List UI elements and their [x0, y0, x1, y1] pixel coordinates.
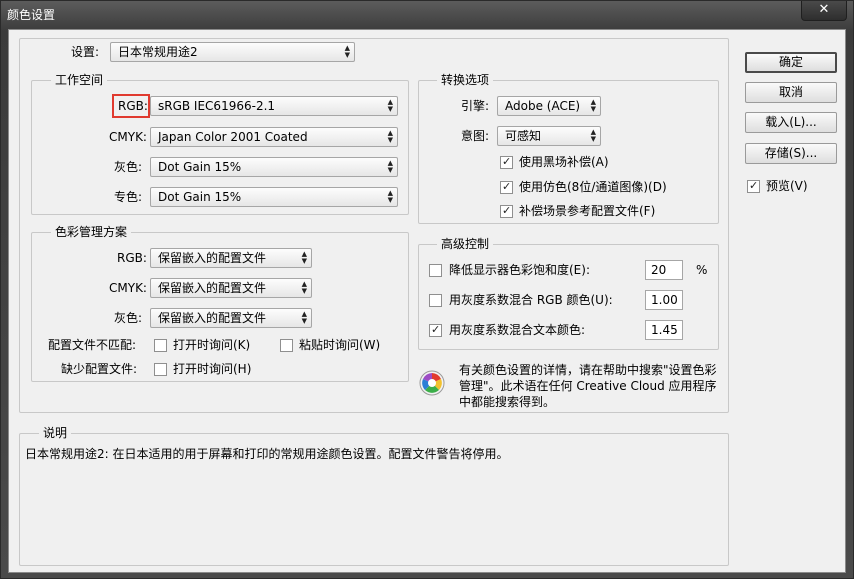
engine-label: 引擎: [461, 99, 490, 113]
mismatch-label: 配置文件不匹配: [48, 338, 137, 352]
policies-rgb-label: RGB: [117, 251, 147, 265]
spinner-arrows-icon: ▲ ▼ [387, 189, 393, 204]
workspace-rgb-select[interactable]: sRGB IEC61966-2.1 ▲ ▼ [150, 96, 398, 116]
blend-text-input[interactable]: 1.45 [645, 320, 683, 340]
policies-rgb-value: 保留嵌入的配置文件 [158, 251, 267, 265]
desaturate-input[interactable]: 20 [645, 260, 683, 280]
dither-checkbox[interactable]: ✓ [500, 180, 513, 194]
policies-gray-select[interactable]: 保留嵌入的配置文件 ▲ ▼ [150, 308, 312, 328]
save-label: 存储(S)... [764, 146, 818, 160]
cancel-button[interactable]: 取消 [745, 82, 837, 103]
blend-rgb-checkbox[interactable] [429, 294, 442, 307]
checkmark-icon: ✓ [502, 204, 512, 217]
ok-button[interactable]: 确定 [745, 52, 837, 73]
workspace-spot-label: 专色: [114, 190, 143, 204]
spinner-arrows-icon: ▲ ▼ [301, 280, 307, 295]
black-point-checkbox[interactable]: ✓ [500, 155, 513, 169]
checkmark-icon: ✓ [431, 323, 441, 336]
compensate-label: 补偿场景参考配置文件(F) [519, 204, 656, 218]
preview-label: 预览(V) [766, 179, 808, 193]
save-button[interactable]: 存储(S)... [745, 143, 837, 164]
checkmark-icon: ✓ [502, 155, 512, 168]
workspace-gray-select[interactable]: Dot Gain 15% ▲ ▼ [150, 157, 398, 177]
policies-rgb-select[interactable]: 保留嵌入的配置文件 ▲ ▼ [150, 248, 312, 268]
intent-label: 意图: [461, 129, 490, 143]
advanced-title: 高级控制 [437, 237, 494, 251]
spinner-arrows-icon: ▲ ▼ [387, 129, 393, 144]
workspace-cmyk-value: Japan Color 2001 Coated [158, 130, 308, 144]
mismatch-paste-checkbox[interactable] [280, 339, 293, 352]
mismatch-open-label: 打开时询问(K) [173, 338, 251, 352]
mismatch-paste-label: 粘贴时询问(W) [299, 338, 381, 352]
close-icon: ✕ [818, 2, 830, 17]
workspace-gray-label: 灰色: [114, 160, 143, 174]
workspace-rgb-value: sRGB IEC61966-2.1 [158, 99, 276, 113]
checkmark-icon: ✓ [749, 179, 759, 192]
spinner-arrows-icon: ▲ ▼ [301, 310, 307, 325]
intent-value: 可感知 [505, 129, 542, 143]
blend-text-value: 1.45 [651, 323, 678, 337]
workspace-cmyk-label: CMYK: [109, 130, 147, 144]
preview-checkbox[interactable]: ✓ [747, 179, 760, 193]
engine-value: Adobe (ACE) [505, 99, 581, 113]
settings-label: 设置: [71, 45, 100, 59]
intent-select[interactable]: 可感知 ▲ ▼ [497, 126, 601, 146]
workspace-spot-select[interactable]: Dot Gain 15% ▲ ▼ [150, 187, 398, 207]
workspace-title: 工作空间 [51, 73, 108, 87]
workspace-gray-value: Dot Gain 15% [158, 160, 242, 174]
desaturate-label: 降低显示器色彩饱和度(E): [449, 263, 590, 277]
policies-title: 色彩管理方案 [51, 225, 132, 239]
spinner-arrows-icon: ▲ ▼ [301, 250, 307, 265]
spinner-arrows-icon: ▲ ▼ [387, 98, 393, 113]
dither-label: 使用仿色(8位/通道图像)(D) [519, 180, 667, 194]
description-title: 说明 [39, 426, 72, 440]
load-label: 载入(L)... [765, 115, 817, 129]
spinner-arrows-icon: ▲ ▼ [387, 159, 393, 174]
info-text: 有关颜色设置的详情，请在帮助中搜索"设置色彩管理"。此术语在任何 Creativ… [459, 363, 717, 409]
workspace-cmyk-select[interactable]: Japan Color 2001 Coated ▲ ▼ [150, 127, 398, 147]
compensate-checkbox[interactable]: ✓ [500, 204, 513, 218]
policies-gray-value: 保留嵌入的配置文件 [158, 311, 267, 325]
color-settings-window: 颜色设置 ✕ 设置: 日本常规用途2 ▲ ▼ 工作空间 RGB: sRGB IEC… [0, 0, 854, 579]
window-title: 颜色设置 [7, 8, 56, 22]
missing-label: 缺少配置文件: [61, 362, 138, 376]
dialog-body: 设置: 日本常规用途2 ▲ ▼ 工作空间 RGB: sRGB IEC61966-2… [8, 29, 846, 573]
desaturate-unit: % [696, 263, 708, 277]
conversion-title: 转换选项 [437, 73, 494, 87]
desaturate-checkbox[interactable] [429, 264, 442, 277]
policies-cmyk-select[interactable]: 保留嵌入的配置文件 ▲ ▼ [150, 278, 312, 298]
settings-select[interactable]: 日本常规用途2 ▲ ▼ [110, 42, 355, 62]
workspace-rgb-label: RGB: [118, 99, 148, 113]
blend-text-checkbox[interactable]: ✓ [429, 323, 442, 337]
policies-gray-label: 灰色: [114, 311, 143, 325]
blend-rgb-input[interactable]: 1.00 [645, 290, 683, 310]
engine-select[interactable]: Adobe (ACE) ▲ ▼ [497, 96, 601, 116]
spinner-arrows-icon: ▲ ▼ [590, 128, 596, 143]
policies-cmyk-value: 保留嵌入的配置文件 [158, 281, 267, 295]
cancel-label: 取消 [778, 85, 803, 99]
policies-cmyk-label: CMYK: [109, 281, 147, 295]
desaturate-value: 20 [651, 263, 667, 277]
settings-value: 日本常规用途2 [118, 45, 198, 59]
blend-rgb-value: 1.00 [651, 293, 678, 307]
close-button[interactable]: ✕ [801, 1, 847, 21]
spinner-arrows-icon: ▲ ▼ [344, 44, 350, 59]
checkmark-icon: ✓ [502, 180, 512, 193]
description-text: 日本常规用途2: 在日本适用的用于屏幕和打印的常规用途颜色设置。配置文件警告将停… [25, 447, 509, 461]
missing-open-label: 打开时询问(H) [173, 362, 252, 376]
workspace-spot-value: Dot Gain 15% [158, 190, 242, 204]
spinner-arrows-icon: ▲ ▼ [590, 98, 596, 113]
mismatch-open-checkbox[interactable] [154, 339, 167, 352]
blend-rgb-label: 用灰度系数混合 RGB 颜色(U): [449, 293, 613, 307]
missing-open-checkbox[interactable] [154, 363, 167, 376]
blend-text-label: 用灰度系数混合文本颜色: [449, 323, 586, 337]
load-button[interactable]: 载入(L)... [745, 112, 837, 133]
title-bar[interactable]: 颜色设置 [1, 1, 853, 29]
ok-label: 确定 [778, 55, 803, 69]
color-wheel-icon [419, 370, 445, 396]
black-point-label: 使用黑场补偿(A) [519, 155, 609, 169]
